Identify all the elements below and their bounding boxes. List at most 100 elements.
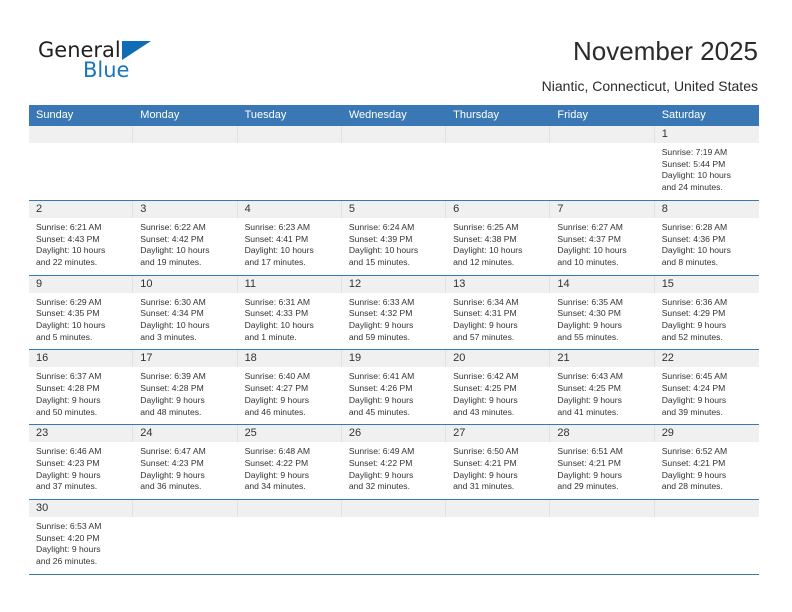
day-cell-11[interactable]: 11 Sunrise: 6:31 AM Sunset: 4:33 PM Dayligh… (237, 275, 342, 350)
sun-info-line: Sunset: 4:28 PM (140, 383, 204, 394)
sun-info-line: Sunrise: 6:21 AM (36, 221, 102, 232)
day-cell-2[interactable]: 2 Sunrise: 6:21 AM Sunset: 4:43 PM Daylight… (29, 200, 134, 275)
sun-info-line: Daylight: 10 hours (36, 245, 106, 256)
day-sun-info: Sunrise: 6:48 AM Sunset: 4:22 PM Daylight:… (238, 442, 342, 499)
day-cell-7[interactable]: 7 Sunrise: 6:27 AM Sunset: 4:37 PM Daylight… (550, 200, 655, 275)
sun-info-line: and 26 minutes. (36, 556, 98, 567)
sun-info-line: Sunset: 4:21 PM (661, 457, 726, 468)
day-cell-30[interactable]: 30 Sunrise: 6:53 AM Sunset: 4:20 PM Dayligh… (29, 500, 134, 574)
day-number: 4 (244, 202, 251, 215)
day-number-band: 19 (341, 350, 447, 368)
day-cell-15[interactable]: 15 Sunrise: 6:36 AM Sunset: 4:29 PM Dayligh… (654, 275, 759, 350)
day-cell-4[interactable]: 4 Sunrise: 6:23 AM Sunset: 4:41 PM Daylight… (237, 200, 342, 275)
sun-info-line: Daylight: 9 hours (36, 394, 101, 405)
sun-info-line: Daylight: 10 hours (348, 245, 419, 256)
day-sun-info: Sunrise: 6:22 AM Sunset: 4:42 PM Daylight:… (133, 218, 237, 275)
sun-info-line: Sunrise: 6:45 AM (661, 371, 728, 382)
day-sun-info (238, 517, 342, 527)
day-number: 19 (348, 352, 362, 365)
sun-info-line: Sunset: 4:24 PM (661, 383, 726, 394)
sun-info-line: Daylight: 10 hours (557, 245, 627, 256)
sun-info-line: Sunset: 4:35 PM (36, 308, 100, 319)
day-sun-info (342, 143, 446, 153)
day-sun-info: Sunrise: 6:27 AM Sunset: 4:37 PM Daylight:… (550, 218, 654, 275)
day-number: 13 (453, 277, 466, 290)
day-number-band: 16 (29, 350, 134, 368)
day-number-band (341, 126, 447, 143)
day-cell-3[interactable]: 3 Sunrise: 6:22 AM Sunset: 4:42 PM Daylight… (133, 200, 238, 275)
sun-info-line: Sunset: 4:43 PM (36, 233, 100, 244)
day-number: 18 (244, 352, 257, 365)
day-number-band: 13 (446, 275, 551, 293)
day-number: 26 (348, 427, 362, 440)
day-cell-20[interactable]: 20 Sunrise: 6:42 AM Sunset: 4:25 PM Dayligh… (446, 350, 551, 424)
brand-name-blue: Blue (83, 58, 130, 82)
sun-info-line: Sunrise: 6:53 AM (36, 521, 102, 532)
sun-info-line: and 28 minutes. (661, 481, 723, 492)
day-number: 14 (557, 277, 570, 290)
sun-info-line: Sunset: 4:27 PM (244, 383, 309, 394)
day-number-band: 2 (29, 200, 134, 218)
day-sun-info: Sunrise: 6:49 AM Sunset: 4:22 PM Daylight:… (342, 442, 446, 499)
day-number: 20 (453, 352, 466, 365)
day-number-band (550, 500, 655, 518)
sun-info-line: Daylight: 9 hours (661, 320, 727, 331)
sun-info-line: and 12 minutes. (453, 256, 515, 267)
day-cell-25[interactable]: 25 Sunrise: 6:48 AM Sunset: 4:22 PM Dayligh… (237, 425, 342, 499)
sun-info-line: Daylight: 9 hours (453, 394, 518, 405)
day-number-band: 15 (654, 275, 759, 293)
day-cell-19[interactable]: 19 Sunrise: 6:41 AM Sunset: 4:26 PM Dayligh… (341, 350, 447, 424)
sun-info-line: and 41 minutes. (557, 406, 619, 417)
day-number: 25 (244, 427, 257, 440)
sun-info-line: Daylight: 10 hours (661, 170, 731, 181)
sun-info-line: and 8 minutes. (661, 256, 719, 267)
day-cell-28[interactable]: 28 Sunrise: 6:51 AM Sunset: 4:21 PM Dayligh… (550, 425, 655, 499)
day-cell-1[interactable]: 1 Sunrise: 7:19 AM Sunset: 5:44 PM Daylight… (654, 126, 759, 200)
day-cell-13[interactable]: 13 Sunrise: 6:34 AM Sunset: 4:31 PM Dayligh… (446, 275, 551, 350)
day-cell-29[interactable]: 29 Sunrise: 6:52 AM Sunset: 4:21 PM Dayligh… (654, 425, 759, 499)
day-sun-info: Sunrise: 6:53 AM Sunset: 4:20 PM Daylight:… (29, 517, 133, 574)
calendar-page: General Blue November 2025 Niantic, Conn… (0, 0, 792, 612)
day-cell-10[interactable]: 10 Sunrise: 6:30 AM Sunset: 4:34 PM Dayligh… (133, 275, 238, 350)
day-cell-8[interactable]: 8 Sunrise: 6:28 AM Sunset: 4:36 PM Daylight… (654, 200, 759, 275)
calendar-week-row: 16 Sunrise: 6:37 AM Sunset: 4:28 PM Dayligh… (29, 349, 759, 424)
sun-info-line: and 17 minutes. (244, 256, 306, 267)
sun-info-line: Sunrise: 6:22 AM (140, 221, 206, 232)
day-number: 22 (661, 352, 674, 365)
sun-info-line: Daylight: 9 hours (348, 469, 414, 480)
day-sun-info: Sunrise: 6:39 AM Sunset: 4:28 PM Daylight:… (133, 367, 237, 424)
brand-logo[interactable]: General Blue (38, 40, 218, 92)
day-number: 7 (557, 202, 564, 215)
day-number-band: 25 (237, 425, 342, 443)
day-number-band: 20 (446, 350, 551, 368)
day-cell-26[interactable]: 26 Sunrise: 6:49 AM Sunset: 4:22 PM Dayligh… (341, 425, 447, 499)
day-sun-info: Sunrise: 6:47 AM Sunset: 4:23 PM Daylight:… (133, 442, 237, 499)
day-sun-info: Sunrise: 6:35 AM Sunset: 4:30 PM Daylight:… (550, 293, 654, 350)
day-cell-23[interactable]: 23 Sunrise: 6:46 AM Sunset: 4:23 PM Dayligh… (29, 425, 134, 499)
day-cell-16[interactable]: 16 Sunrise: 6:37 AM Sunset: 4:28 PM Dayligh… (29, 350, 134, 424)
sun-info-line: and 3 minutes. (140, 331, 197, 342)
day-number: 16 (36, 352, 49, 365)
day-cell-17[interactable]: 17 Sunrise: 6:39 AM Sunset: 4:28 PM Dayligh… (133, 350, 238, 424)
day-cell-empty (550, 126, 655, 200)
sun-info-line: and 36 minutes. (140, 481, 202, 492)
day-cell-14[interactable]: 14 Sunrise: 6:35 AM Sunset: 4:30 PM Dayligh… (550, 275, 655, 350)
day-sun-info: Sunrise: 6:42 AM Sunset: 4:25 PM Daylight:… (446, 367, 550, 424)
weekday-header-friday: Friday (557, 109, 588, 121)
sun-info-line: Daylight: 9 hours (661, 394, 727, 405)
day-cell-6[interactable]: 6 Sunrise: 6:25 AM Sunset: 4:38 PM Daylight… (446, 200, 551, 275)
day-cell-12[interactable]: 12 Sunrise: 6:33 AM Sunset: 4:32 PM Dayligh… (341, 275, 447, 350)
day-cell-27[interactable]: 27 Sunrise: 6:50 AM Sunset: 4:21 PM Dayligh… (446, 425, 551, 499)
sun-info-line: Sunrise: 6:31 AM (244, 296, 311, 307)
day-cell-22[interactable]: 22 Sunrise: 6:45 AM Sunset: 4:24 PM Dayligh… (654, 350, 759, 424)
day-cell-9[interactable]: 9 Sunrise: 6:29 AM Sunset: 4:35 PM Daylight… (29, 275, 134, 350)
sun-info-line: Daylight: 9 hours (557, 394, 622, 405)
sun-info-line: and 55 minutes. (557, 331, 619, 342)
day-cell-21[interactable]: 21 Sunrise: 6:43 AM Sunset: 4:25 PM Dayligh… (550, 350, 655, 424)
day-cell-24[interactable]: 24 Sunrise: 6:47 AM Sunset: 4:23 PM Dayligh… (133, 425, 238, 499)
calendar-week-row: 30 Sunrise: 6:53 AM Sunset: 4:20 PM Dayligh… (29, 499, 759, 575)
day-number: 3 (140, 202, 147, 215)
day-cell-18[interactable]: 18 Sunrise: 6:40 AM Sunset: 4:27 PM Dayligh… (237, 350, 342, 424)
day-sun-info: Sunrise: 6:21 AM Sunset: 4:43 PM Daylight:… (29, 218, 133, 275)
day-cell-5[interactable]: 5 Sunrise: 6:24 AM Sunset: 4:39 PM Daylight… (341, 200, 447, 275)
